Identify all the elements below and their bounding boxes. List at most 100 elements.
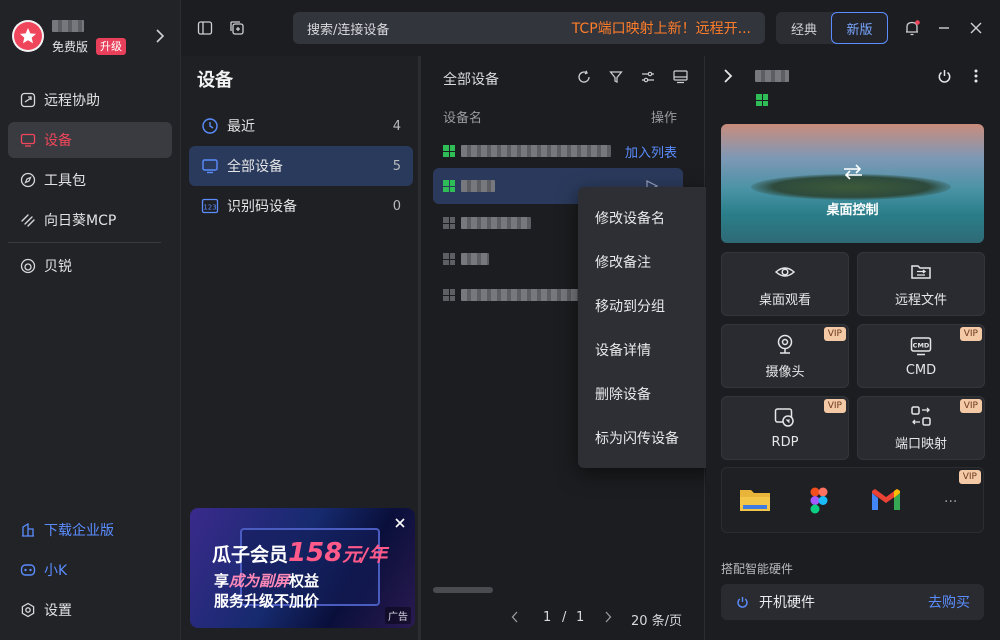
nav-item-label: 工具包 xyxy=(44,173,86,189)
vip-badge: VIP xyxy=(959,327,982,341)
nav-item-oray[interactable]: 贝锐 xyxy=(8,248,172,284)
group-all-devices[interactable]: 全部设备 5 xyxy=(189,146,413,186)
windows-icon xyxy=(443,253,455,265)
enterprise-icon xyxy=(20,522,36,538)
hardware-section-title: 搭配智能硬件 xyxy=(721,562,794,576)
horizontal-scrollbar[interactable] xyxy=(433,587,493,593)
list-title: 全部设备 xyxy=(443,72,499,88)
nav-item-mcp[interactable]: 向日葵MCP xyxy=(8,202,172,238)
ad-headline: 瓜子会员158元/年 xyxy=(212,538,387,568)
next-page-icon[interactable] xyxy=(600,609,616,625)
desktop-control-label: 桌面控制 xyxy=(826,203,879,218)
panel-scrollbar[interactable] xyxy=(418,56,420,640)
remote-assist-icon xyxy=(20,92,36,108)
group-id-code-devices[interactable]: 123 识别码设备 0 xyxy=(189,186,413,226)
add-to-list-link[interactable]: 加入列表 xyxy=(625,142,677,161)
close-icon[interactable] xyxy=(964,16,988,40)
view-mode-icon[interactable] xyxy=(671,68,689,86)
chevron-right-icon[interactable] xyxy=(152,28,168,44)
page-size-select[interactable]: 20 条/页 xyxy=(631,610,682,629)
nav-item-toolkit[interactable]: 工具包 xyxy=(8,162,172,198)
group-count: 4 xyxy=(392,118,401,134)
nav-item-label: 小K xyxy=(44,563,68,579)
figma-icon[interactable] xyxy=(808,485,830,515)
current-page[interactable]: 1 xyxy=(543,610,551,625)
mode-new-button[interactable]: 新版 xyxy=(831,12,888,44)
vip-badge: VIP xyxy=(959,399,982,413)
ad-banner[interactable]: 瓜子会员158元/年 享成为副屏权益 服务升级不加价 广告 xyxy=(190,508,415,628)
new-window-icon[interactable] xyxy=(225,16,249,40)
nav-item-devices[interactable]: 设备 xyxy=(8,122,172,158)
ad-line2c: 权益 xyxy=(289,572,320,590)
search-bar[interactable]: 搜索/连接设备 TCP端口映射上新！远程开... xyxy=(293,12,765,44)
gmail-icon[interactable] xyxy=(870,488,902,512)
nav-item-xiaok[interactable]: 小K xyxy=(8,552,172,588)
feature-label: 摄像头 xyxy=(765,364,805,380)
oray-icon xyxy=(20,258,36,274)
feature-port-mapping[interactable]: VIP 端口映射 xyxy=(857,396,985,460)
feature-desktop-view[interactable]: 桌面观看 xyxy=(721,252,849,316)
ad-line1c: 元/年 xyxy=(342,544,388,566)
feature-camera[interactable]: VIP 摄像头 xyxy=(721,324,849,388)
nav-item-remote-assist[interactable]: 远程协助 xyxy=(8,82,172,118)
vip-badge: VIP xyxy=(823,399,846,413)
ad-close-icon[interactable] xyxy=(393,516,407,530)
menu-item-move-group[interactable]: 移动到分组 xyxy=(578,284,718,328)
power-icon[interactable] xyxy=(935,67,953,85)
group-recent[interactable]: 最近 4 xyxy=(189,106,413,146)
menu-item-delete[interactable]: 删除设备 xyxy=(578,372,718,416)
sort-settings-icon[interactable] xyxy=(639,68,657,86)
promo-text[interactable]: TCP端口映射上新！远程开... xyxy=(572,18,751,38)
nav-item-label: 向日葵MCP xyxy=(44,213,117,229)
column-header-action: 操作 xyxy=(651,111,678,126)
user-tier: 免费版 xyxy=(52,40,89,54)
port-map-icon xyxy=(910,405,932,427)
total-pages: 1 xyxy=(576,610,585,625)
buy-link[interactable]: 去购买 xyxy=(928,592,970,612)
nav-item-settings[interactable]: 设置 xyxy=(8,592,172,628)
ad-line2a: 享 xyxy=(214,572,230,590)
hardware-card[interactable]: 开机硬件 去购买 xyxy=(721,584,984,620)
ad-badge: 广告 xyxy=(385,607,411,624)
more-vertical-icon[interactable] xyxy=(967,67,985,85)
feature-remote-files[interactable]: 远程文件 xyxy=(857,252,985,316)
power-on-icon xyxy=(735,595,749,609)
menu-item-rename[interactable]: 修改设备名 xyxy=(578,196,718,240)
device-name-blurred xyxy=(461,145,611,157)
device-row[interactable]: 加入列表 xyxy=(433,133,683,169)
page-title: 设备 xyxy=(197,70,233,91)
gear-icon xyxy=(20,602,36,618)
sidebar-toggle-icon[interactable] xyxy=(193,16,217,40)
feature-rdp[interactable]: VIP RDP xyxy=(721,396,849,460)
menu-item-flash-transfer[interactable]: 标为闪传设备 xyxy=(578,416,718,460)
refresh-icon[interactable] xyxy=(575,68,593,86)
ad-line1a: 瓜子会员 xyxy=(212,544,289,566)
filter-icon[interactable] xyxy=(607,68,625,86)
bell-icon[interactable] xyxy=(900,16,924,40)
upgrade-badge[interactable]: 升级 xyxy=(96,38,126,55)
windows-icon xyxy=(756,94,768,106)
feature-cmd[interactable]: VIP CMD CMD xyxy=(857,324,985,388)
user-avatar[interactable] xyxy=(12,20,44,52)
feature-label: CMD xyxy=(905,362,937,378)
desktop-control-card[interactable]: 桌面控制 xyxy=(721,124,984,243)
nav-item-label: 设置 xyxy=(44,603,72,619)
group-count: 0 xyxy=(392,198,401,214)
prev-page-icon[interactable] xyxy=(507,609,523,625)
nav-divider xyxy=(8,242,161,243)
folder-app-icon[interactable] xyxy=(738,486,772,514)
minimize-icon[interactable] xyxy=(932,16,956,40)
nav-item-download-enterprise[interactable]: 下载企业版 xyxy=(8,512,172,548)
mode-classic-button[interactable]: 经典 xyxy=(776,12,832,44)
more-apps[interactable]: ... xyxy=(944,490,957,506)
monitor-icon xyxy=(201,157,219,175)
menu-item-edit-note[interactable]: 修改备注 xyxy=(578,240,718,284)
menu-item-details[interactable]: 设备详情 xyxy=(578,328,718,372)
ad-price: 158 xyxy=(288,538,343,568)
app-shortcuts-card[interactable]: VIP ... xyxy=(721,467,984,533)
svg-text:123: 123 xyxy=(203,204,216,212)
collapse-panel-icon[interactable] xyxy=(719,67,737,85)
camera-icon xyxy=(774,333,796,355)
windows-icon xyxy=(443,180,455,192)
mcp-icon xyxy=(20,212,36,228)
